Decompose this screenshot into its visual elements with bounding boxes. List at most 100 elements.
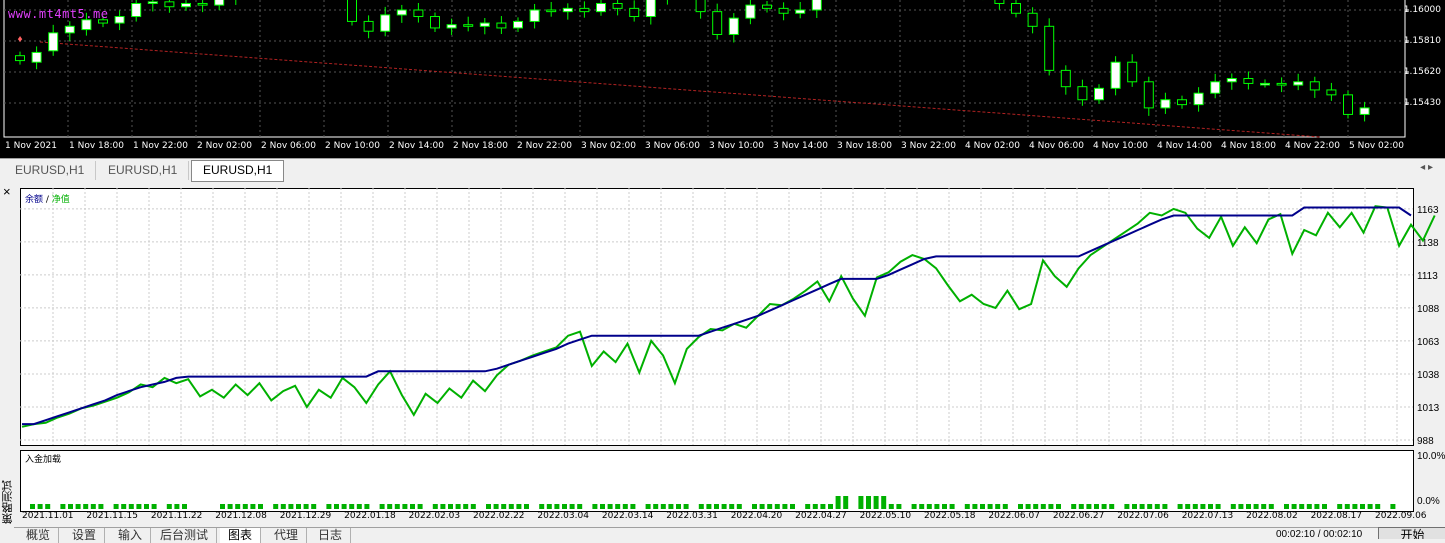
tab-eurusd-h1-active[interactable]: EURUSD,H1 (191, 160, 285, 182)
volume-bar (934, 504, 940, 509)
candle-body (1027, 12, 1038, 27)
volume-bar (486, 504, 491, 509)
time-label: 4 Nov 06:00 (1029, 141, 1084, 151)
volume-bar (1253, 504, 1259, 509)
volume-bar (524, 504, 529, 509)
x-tick-label: 2022.05.18 (924, 511, 976, 518)
price-label: 1.15620 (1403, 67, 1441, 77)
candlestick-chart: ♦ (3, 0, 1409, 138)
price-chart[interactable]: ♦ www.mt4mt5.me 1.16000 1.15810 1.15620 … (0, 0, 1445, 158)
volume-bar (280, 504, 286, 509)
volume-bar (736, 504, 742, 509)
candle-body (629, 7, 640, 18)
tab-overview[interactable]: 概览 (18, 528, 60, 543)
volume-bar (554, 504, 560, 509)
volume-bar (258, 504, 263, 509)
x-tick-label: 2022.06.07 (988, 511, 1040, 518)
candle-body (1110, 61, 1121, 89)
candle-body (114, 16, 125, 24)
volume-bar (1056, 504, 1061, 509)
time-label: 2 Nov 14:00 (389, 141, 444, 151)
volume-bar (1200, 504, 1206, 509)
candle-body (81, 19, 92, 31)
tab-eurusd-h1[interactable]: EURUSD,H1 (97, 161, 190, 180)
volume-bar (1360, 504, 1365, 509)
time-label: 1 Nov 18:00 (69, 141, 124, 151)
candle-body (396, 9, 407, 16)
candle-body (645, 0, 656, 18)
volume-bar (1101, 504, 1107, 509)
volume-bar (767, 504, 773, 509)
volume-bar (569, 504, 575, 509)
close-icon[interactable]: × (3, 185, 11, 199)
volume-bar (1299, 504, 1305, 509)
candle-body (31, 51, 42, 63)
tab-settings[interactable]: 设置 (64, 528, 106, 543)
volume-bar (463, 504, 469, 509)
volume-bar (1284, 504, 1289, 509)
volume-bar (508, 504, 514, 509)
y-tick-label: 1113 (1417, 271, 1438, 282)
y-tick-label: 1038 (1417, 370, 1440, 381)
volume-bar (919, 504, 925, 509)
candle-body (811, 0, 822, 11)
volume-bar (394, 504, 400, 509)
volume-bar (273, 504, 279, 509)
volume-bar (1109, 504, 1115, 509)
tab-graph[interactable]: 图表 (220, 528, 262, 543)
volume-bar (1033, 504, 1039, 509)
candle-body (1160, 99, 1171, 109)
volume-bar (242, 504, 248, 509)
volume-bar (402, 504, 408, 509)
volume-bar (440, 504, 446, 509)
volume-bar (136, 504, 142, 509)
candle-body (712, 11, 723, 35)
volume-bar (349, 504, 355, 509)
start-button[interactable]: 开始 (1378, 527, 1445, 539)
x-tick-label: 2022.05.10 (860, 511, 912, 518)
volume-bar (1344, 504, 1350, 509)
trendline (39, 41, 1321, 138)
candle-body (1343, 94, 1353, 115)
volume-bar (501, 504, 507, 509)
candle-body (131, 2, 142, 18)
volume-bar (926, 504, 932, 509)
candle-body (1260, 82, 1270, 86)
tab-inputs[interactable]: 输入 (110, 528, 152, 543)
tab-agents[interactable]: 代理 (266, 528, 308, 543)
tab-scroll-arrows[interactable]: ◂ ▸ (1420, 162, 1433, 173)
volume-bar (493, 504, 499, 509)
volume-bar (1162, 504, 1168, 509)
volume-bar (577, 504, 583, 509)
volume-bar (174, 504, 180, 509)
volume-bar (90, 504, 96, 509)
legend-balance: 余额 (25, 193, 43, 205)
volume-bar (364, 504, 370, 509)
volume-bar (1306, 504, 1312, 509)
volume-bar (379, 504, 385, 509)
y-tick-label: 1013 (1417, 403, 1440, 414)
volume-bar (866, 496, 871, 509)
volume-bar (227, 504, 233, 509)
tab-journal[interactable]: 日志 (310, 528, 352, 543)
volume-bar (1018, 504, 1023, 509)
candle-body (214, 0, 225, 6)
time-label: 2 Nov 10:00 (325, 141, 380, 151)
volume-bar (288, 504, 294, 509)
volume-bar (303, 504, 309, 509)
volume-bar (972, 504, 978, 509)
volume-bar (1268, 504, 1274, 509)
x-tick-label: 2022.02.03 (409, 511, 461, 518)
x-tick-label: 2022.01.18 (344, 511, 396, 518)
x-tick-label: 2022.03.31 (666, 511, 718, 518)
tab-backtest[interactable]: 后台测试 (152, 528, 218, 543)
candle-body (1293, 81, 1304, 86)
tab-eurusd-h1[interactable]: EURUSD,H1 (4, 161, 97, 180)
volume-bar (964, 504, 970, 509)
y-tick-label: 1063 (1417, 337, 1440, 348)
candle-body (1326, 89, 1337, 96)
volume-bar (911, 504, 917, 509)
volume-bar (1025, 504, 1031, 509)
volume-bar (1352, 504, 1358, 509)
candle-body (1044, 25, 1055, 71)
